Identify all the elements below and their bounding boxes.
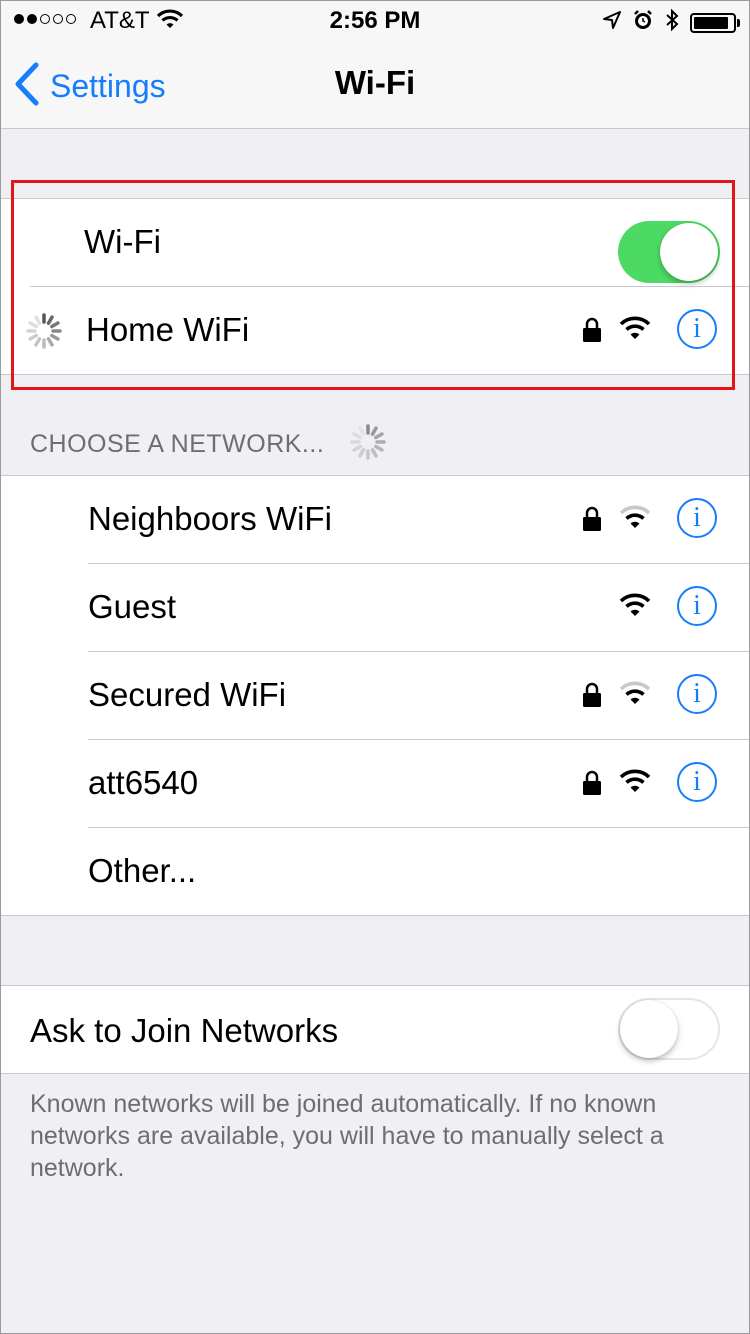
ask-to-join-label: Ask to Join Networks [30,1012,339,1049]
network-name: att6540 [88,764,199,801]
wifi-signal-icon [618,315,652,346]
network-row[interactable]: Guest i [0,564,750,652]
network-row[interactable]: att6540 i [0,740,750,828]
other-network-label: Other... [88,852,197,889]
info-button[interactable]: i [677,586,717,626]
network-name: Neighboors WiFi [88,500,332,537]
network-list: Neighboors WiFi i Guest i Secured WiFi i… [0,475,750,916]
network-row[interactable]: Neighboors WiFi i [0,476,750,564]
connected-network-row[interactable]: Home WiFi i [0,287,750,375]
wifi-signal-icon [618,504,652,535]
info-button[interactable]: i [677,674,717,714]
ask-to-join-group: Ask to Join Networks [0,985,750,1074]
alarm-icon [632,9,654,36]
toggle-knob [620,1000,678,1058]
lock-icon [582,770,602,801]
network-row[interactable]: Secured WiFi i [0,652,750,740]
navigation-bar: Settings Wi-Fi [0,40,750,129]
network-name: Secured WiFi [88,676,287,713]
network-name: Guest [88,588,177,625]
footer-description: Known networks will be joined automatica… [30,1090,664,1182]
info-button[interactable]: i [677,309,717,349]
ask-to-join-row: Ask to Join Networks [0,986,750,1073]
location-icon [602,10,622,35]
connected-network-name: Home WiFi [86,311,250,348]
wifi-signal-icon [618,768,652,799]
lock-icon [582,682,602,713]
wifi-toggle[interactable] [618,221,720,283]
bluetooth-icon [664,8,680,37]
loading-spinner-icon [24,311,64,356]
lock-icon [582,317,602,348]
section-header: CHOOSE A NETWORK... [30,424,386,460]
info-button[interactable]: i [677,762,717,802]
wifi-group: Wi-Fi Home WiFi i [0,198,750,375]
info-button[interactable]: i [677,498,717,538]
status-bar: AT&T 2:56 PM [0,0,750,40]
page-title: Wi-Fi [334,64,416,101]
lock-icon [582,506,602,537]
wifi-signal-icon [618,592,652,623]
wifi-toggle-label: Wi-Fi [84,223,161,260]
section-header-text: CHOOSE A NETWORK... [30,430,325,458]
wifi-toggle-row: Wi-Fi [0,199,750,287]
scanning-spinner-icon [348,422,388,469]
ask-to-join-toggle[interactable] [618,998,720,1060]
toggle-knob [660,223,718,281]
battery-icon [690,12,740,33]
wifi-signal-icon [618,680,652,711]
other-network-row[interactable]: Other... [0,828,750,916]
